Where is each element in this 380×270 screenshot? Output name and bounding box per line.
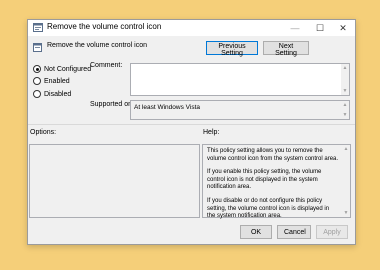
radio-enabled[interactable]: Enabled [33, 77, 70, 85]
comment-scrollbar[interactable]: ▲ ▼ [341, 64, 349, 95]
radio-indicator[interactable] [33, 65, 41, 73]
comment-label: Comment: [90, 62, 123, 69]
help-scrollbar[interactable]: ▲ ▼ [342, 145, 350, 217]
ok-button[interactable]: OK [240, 225, 272, 239]
supported-on-field: At least Windows Vista ▲ ▼ [130, 100, 350, 120]
radio-indicator[interactable] [33, 90, 41, 98]
help-label: Help: [203, 129, 220, 136]
radio-label: Disabled [44, 90, 72, 98]
next-setting-button[interactable]: Next Setting [263, 41, 309, 57]
policy-dialog: Remove the volume control icon — ☐ ✕ Rem… [27, 19, 356, 245]
scroll-down-icon[interactable]: ▼ [341, 87, 349, 95]
window-title: Remove the volume control icon [47, 22, 162, 31]
divider [28, 124, 355, 125]
maximize-button[interactable]: ☐ [309, 20, 331, 36]
options-panel [29, 144, 200, 218]
supported-on-value: At least Windows Vista [134, 104, 200, 111]
radio-label: Enabled [44, 77, 70, 85]
policy-icon [33, 43, 42, 52]
scroll-down-icon[interactable]: ▼ [342, 209, 350, 217]
radio-label: Not Configured [44, 65, 92, 73]
help-paragraph: If you enable this policy setting, the v… [207, 169, 322, 191]
app-icon [33, 23, 43, 32]
help-panel: This policy setting allows you to remove… [202, 144, 351, 219]
setting-name: Remove the volume control icon [47, 42, 147, 49]
title-bar[interactable]: Remove the volume control icon — ☐ ✕ [28, 20, 355, 36]
help-paragraph: This policy setting allows you to remove… [207, 148, 339, 162]
scroll-up-icon[interactable]: ▲ [342, 145, 350, 153]
help-text: This policy setting allows you to remove… [207, 148, 339, 227]
radio-not-configured[interactable]: Not Configured [33, 65, 91, 73]
minimize-button[interactable]: — [284, 20, 306, 36]
scroll-up-icon[interactable]: ▲ [341, 64, 349, 72]
radio-indicator[interactable] [33, 77, 41, 85]
supported-on-scrollbar[interactable]: ▲ ▼ [341, 101, 349, 119]
cancel-button[interactable]: Cancel [277, 225, 311, 239]
scroll-down-icon[interactable]: ▼ [341, 111, 349, 119]
previous-setting-button[interactable]: Previous Setting [206, 41, 258, 57]
close-button[interactable]: ✕ [332, 20, 354, 36]
comment-textarea[interactable]: ▲ ▼ [130, 63, 350, 96]
scroll-up-icon[interactable]: ▲ [341, 101, 349, 109]
help-paragraph: If you disable or do not configure this … [207, 197, 330, 220]
radio-disabled[interactable]: Disabled [33, 90, 71, 98]
options-label: Options: [30, 129, 57, 136]
apply-button[interactable]: Apply [316, 225, 348, 239]
supported-on-label: Supported on: [90, 101, 134, 108]
